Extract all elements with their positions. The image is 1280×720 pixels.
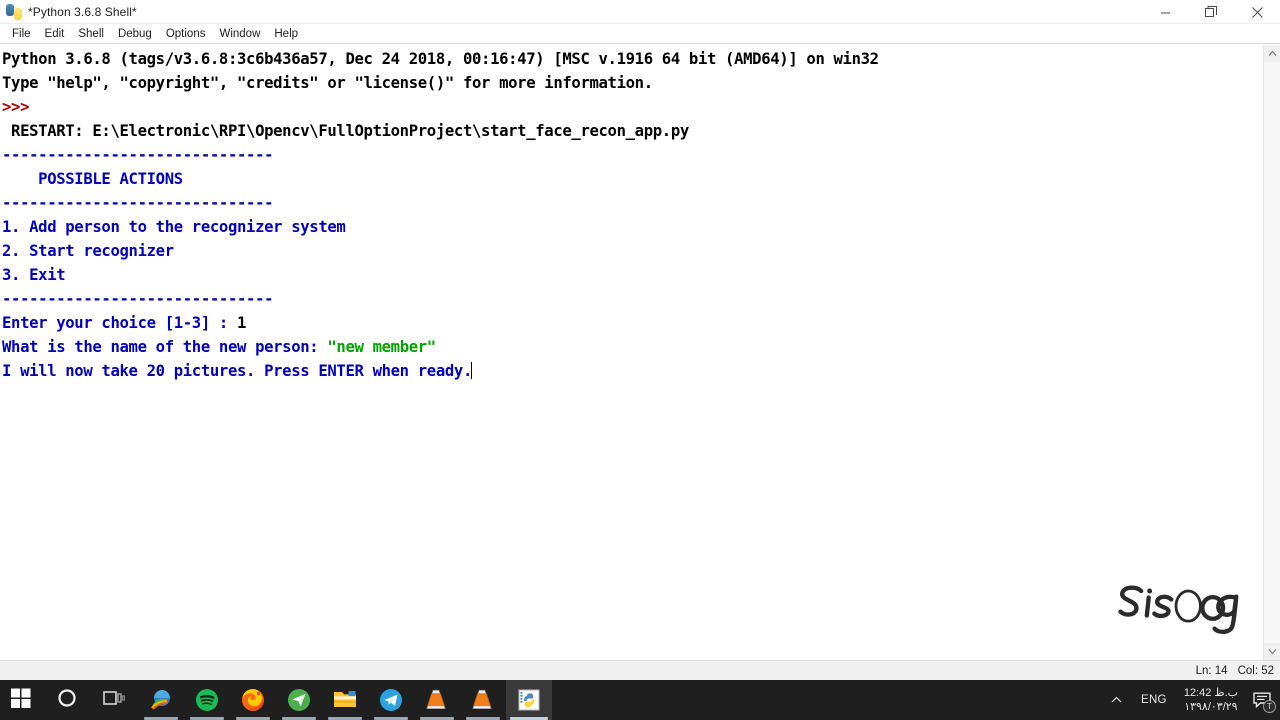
shell-line: Enter your choice [1-3] : 1 bbox=[2, 311, 1263, 335]
task-view-icon bbox=[103, 688, 127, 712]
vlc-button-1[interactable] bbox=[414, 680, 460, 720]
shell-segment-out: 3. Exit bbox=[2, 266, 66, 284]
file-explorer-button[interactable] bbox=[322, 680, 368, 720]
idm-globe-icon bbox=[149, 688, 173, 712]
shell-segment-std: RESTART: E:\Electronic\RPI\Opencv\FullOp… bbox=[2, 122, 689, 140]
firefox-icon bbox=[241, 688, 265, 712]
menu-debug[interactable]: Debug bbox=[111, 27, 159, 41]
task-view-button[interactable] bbox=[92, 680, 138, 720]
shell-line: 1. Add person to the recognizer system bbox=[2, 215, 1263, 239]
shell-line: ------------------------------ bbox=[2, 287, 1263, 311]
python-shell-window: *Python 3.6.8 Shell* File Edit Shell Deb… bbox=[0, 0, 1280, 680]
taskbar-buttons bbox=[0, 680, 552, 720]
start-button[interactable] bbox=[0, 680, 46, 720]
green-paper-plane-icon bbox=[287, 688, 311, 712]
language-indicator[interactable]: ENG bbox=[1132, 680, 1176, 720]
shell-segment-std: Python 3.6.8 (tags/v3.6.8:3c6b436a57, De… bbox=[2, 50, 879, 68]
proxy-client-button[interactable] bbox=[276, 680, 322, 720]
shell-line: What is the name of the new person: "new… bbox=[2, 335, 1263, 359]
menu-file[interactable]: File bbox=[5, 27, 38, 41]
windows-logo-icon bbox=[11, 688, 35, 712]
window-controls bbox=[1142, 0, 1280, 24]
vlc-button-2[interactable] bbox=[460, 680, 506, 720]
shell-output[interactable]: Python 3.6.8 (tags/v3.6.8:3c6b436a57, De… bbox=[0, 45, 1263, 660]
spotify-icon bbox=[195, 688, 219, 712]
shell-segment-out: What is the name of the new person: bbox=[2, 338, 328, 356]
title-bar[interactable]: *Python 3.6.8 Shell* bbox=[0, 0, 1280, 24]
shell-line: RESTART: E:\Electronic\RPI\Opencv\FullOp… bbox=[2, 119, 1263, 143]
scroll-down-arrow[interactable] bbox=[1263, 643, 1280, 660]
circle-icon bbox=[57, 688, 81, 712]
python-idle-icon bbox=[6, 3, 22, 20]
shell-segment-out: I will now take 20 pictures. Press ENTER… bbox=[2, 362, 472, 380]
shell-segment-std: Type "help", "copyright", "credits" or "… bbox=[2, 74, 653, 92]
shell-line: Python 3.6.8 (tags/v3.6.8:3c6b436a57, De… bbox=[2, 47, 1263, 71]
status-line-number: Ln: 14 bbox=[1195, 664, 1228, 677]
telegram-button[interactable] bbox=[368, 680, 414, 720]
internet-download-manager-button[interactable] bbox=[138, 680, 184, 720]
window-title: *Python 3.6.8 Shell* bbox=[28, 4, 137, 19]
shell-body: Python 3.6.8 (tags/v3.6.8:3c6b436a57, De… bbox=[0, 44, 1280, 660]
clock[interactable]: 12:42 ب.ظ ۱۳۹۸/۰۳/۲۹ bbox=[1176, 680, 1246, 720]
windows-taskbar: ENG 12:42 ب.ظ ۱۳۹۸/۰۳/۲۹ T bbox=[0, 680, 1280, 720]
action-center-badge: T bbox=[1263, 700, 1276, 713]
scroll-up-arrow[interactable] bbox=[1263, 45, 1280, 62]
menu-bar: File Edit Shell Debug Options Window Hel… bbox=[0, 24, 1280, 44]
clock-date: ۱۳۹۸/۰۳/۲۹ bbox=[1184, 701, 1238, 713]
shell-line: I will now take 20 pictures. Press ENTER… bbox=[2, 359, 1263, 383]
python-idle-button[interactable] bbox=[506, 680, 552, 720]
shell-line: ------------------------------ bbox=[2, 143, 1263, 167]
action-center-button[interactable]: T bbox=[1246, 680, 1278, 720]
status-bar: Ln: 14 Col: 52 bbox=[0, 660, 1280, 680]
shell-segment-out: POSSIBLE ACTIONS bbox=[2, 170, 183, 188]
menu-window[interactable]: Window bbox=[212, 27, 267, 41]
shell-segment-out: ------------------------------ bbox=[2, 290, 274, 308]
shell-segment-out: ------------------------------ bbox=[2, 146, 274, 164]
show-hidden-icons-button[interactable] bbox=[1102, 680, 1132, 720]
minimize-button[interactable] bbox=[1142, 0, 1188, 24]
vlc-cone-icon bbox=[471, 688, 495, 712]
vertical-scrollbar[interactable] bbox=[1263, 45, 1280, 660]
shell-segment-prompt: >>> bbox=[2, 98, 30, 116]
shell-line: ------------------------------ bbox=[2, 191, 1263, 215]
shell-segment-out: Enter your choice [1-3] : bbox=[2, 314, 237, 332]
text-caret bbox=[471, 362, 472, 379]
menu-shell[interactable]: Shell bbox=[71, 27, 111, 41]
telegram-icon bbox=[379, 688, 403, 712]
menu-options[interactable]: Options bbox=[159, 27, 213, 41]
scrollbar-track[interactable] bbox=[1263, 62, 1280, 643]
spotify-button[interactable] bbox=[184, 680, 230, 720]
maximize-button[interactable] bbox=[1188, 0, 1234, 24]
menu-help[interactable]: Help bbox=[267, 27, 305, 41]
folder-icon bbox=[333, 688, 357, 712]
status-column-number: Col: 52 bbox=[1237, 664, 1274, 677]
shell-line: 2. Start recognizer bbox=[2, 239, 1263, 263]
shell-line: POSSIBLE ACTIONS bbox=[2, 167, 1263, 191]
shell-line: Type "help", "copyright", "credits" or "… bbox=[2, 71, 1263, 95]
shell-line: 3. Exit bbox=[2, 263, 1263, 287]
shell-segment-out: ------------------------------ bbox=[2, 194, 274, 212]
python-idle-icon bbox=[517, 688, 541, 712]
shell-line: >>> bbox=[2, 95, 1263, 119]
cortana-search-button[interactable] bbox=[46, 680, 92, 720]
shell-segment-out: 1. Add person to the recognizer system bbox=[2, 218, 346, 236]
firefox-button[interactable] bbox=[230, 680, 276, 720]
screen: *Python 3.6.8 Shell* File Edit Shell Deb… bbox=[0, 0, 1280, 720]
clock-time: 12:42 ب.ظ bbox=[1183, 687, 1238, 699]
vlc-cone-icon bbox=[425, 688, 449, 712]
system-tray: ENG 12:42 ب.ظ ۱۳۹۸/۰۳/۲۹ T bbox=[1102, 680, 1280, 720]
close-button[interactable] bbox=[1234, 0, 1280, 24]
shell-segment-in: "new member" bbox=[327, 338, 436, 356]
shell-segment-out: 2. Start recognizer bbox=[2, 242, 174, 260]
menu-edit[interactable]: Edit bbox=[38, 27, 72, 41]
shell-segment-std: 1 bbox=[237, 314, 247, 332]
